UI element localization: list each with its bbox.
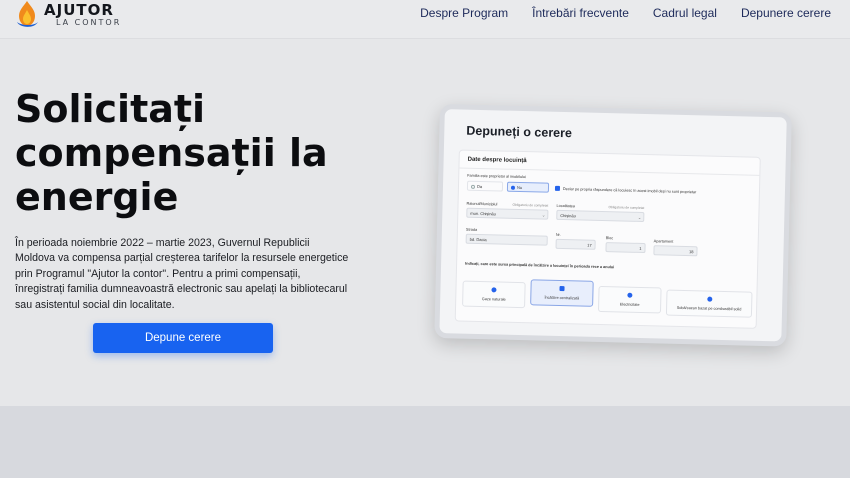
number-label: Nr. xyxy=(555,232,561,237)
heating-question: Indicați, care este sursa principală de … xyxy=(465,261,615,270)
radio-icon xyxy=(627,292,633,298)
heating-option-gas[interactable]: Gaze naturale xyxy=(462,280,526,309)
radio-icon xyxy=(706,296,712,302)
heating-option-central[interactable]: Încălzire centralizată xyxy=(530,279,594,307)
nav-link-despre-program[interactable]: Despre Program xyxy=(408,6,520,20)
owner-no-label: Nu xyxy=(516,184,523,191)
street-input[interactable]: bd. Dacia xyxy=(465,233,548,246)
chevron-down-icon: ⌄ xyxy=(541,212,546,218)
heating-option-label: Sobă/cazan bazat pe combustibil solid xyxy=(676,305,742,312)
heating-option-label: Încălzire centralizată xyxy=(544,295,580,301)
tablet-form-title: Depuneți o cerere xyxy=(466,123,573,141)
block-label: Bloc xyxy=(605,236,614,241)
street-label: Strada xyxy=(465,227,478,232)
owner-yes-label: Da xyxy=(476,183,483,190)
locality-hint: Obligatoriu de completat xyxy=(608,205,645,211)
brand-title: AJUTOR xyxy=(44,1,114,19)
district-label: Raionul/Municipiul xyxy=(466,201,498,207)
nav-link-depunere-cerere[interactable]: Depunere cerere xyxy=(729,6,843,20)
apartment-value: 18 xyxy=(688,249,694,255)
radio-selected-icon xyxy=(559,285,565,292)
heating-option-label: Electricitate xyxy=(619,302,640,307)
application-form-preview: Date despre locuință Familia este propri… xyxy=(454,149,761,329)
nav-link-intrebari-frecvente[interactable]: Întrebări frecvente xyxy=(520,6,641,20)
district-hint: Obligatoriu de completat xyxy=(512,202,549,208)
locality-value: Chișinău xyxy=(560,212,576,219)
street-value: bd. Dacia xyxy=(469,236,487,243)
owner-yes-option[interactable]: Da xyxy=(466,180,504,192)
main-nav: Despre Program Întrebări frecvente Cadru… xyxy=(408,6,843,20)
block-value: 1 xyxy=(639,245,642,251)
owner-no-option[interactable]: Nu xyxy=(506,181,550,193)
submit-application-button[interactable]: Depune cerere xyxy=(93,323,273,353)
nav-link-cadrul-legal[interactable]: Cadrul legal xyxy=(641,6,729,20)
heating-option-electricity[interactable]: Electricitate xyxy=(597,285,662,314)
number-input[interactable]: 17 xyxy=(555,238,596,250)
radio-icon xyxy=(491,287,497,293)
flame-drop-logo-icon xyxy=(17,1,38,27)
next-section-band xyxy=(0,406,850,478)
tablet-mockup: Depuneți o cerere Date despre locuință F… xyxy=(434,104,792,347)
brand-subtitle: LA CONTOR xyxy=(56,18,122,27)
apartment-label: Apartament xyxy=(653,239,674,244)
apartment-input[interactable]: 18 xyxy=(653,245,698,257)
radio-icon xyxy=(470,184,476,189)
heating-option-solid-fuel[interactable]: Sobă/cazan bazat pe combustibil solid xyxy=(665,289,753,318)
brand-logo[interactable]: AJUTOR LA CONTOR xyxy=(14,0,121,30)
number-value: 17 xyxy=(587,242,592,248)
checkbox-checked-icon[interactable] xyxy=(554,185,561,191)
heating-option-label: Gaze naturale xyxy=(481,297,506,302)
locality-select[interactable]: Chișinău ⌄ xyxy=(556,209,645,223)
owner-question-label: Familia este proprietar al imobilului xyxy=(467,173,526,180)
hero-title: Solicitați compensații la energie xyxy=(15,87,328,219)
hero-description: În perioada noiembrie 2022 – martie 2023… xyxy=(15,237,349,311)
radio-selected-icon xyxy=(510,185,516,190)
form-section-title: Date despre locuință xyxy=(467,156,527,165)
district-value: mun. Chișinău xyxy=(470,210,496,217)
locality-label: Localitatea xyxy=(556,203,575,209)
block-input[interactable]: 1 xyxy=(605,242,646,254)
declaration-label: Declar pe propria răspundere că locuiesc… xyxy=(562,187,697,195)
district-select[interactable]: mun. Chișinău ⌄ xyxy=(466,207,549,220)
site-header: AJUTOR LA CONTOR Despre Program Întrebăr… xyxy=(0,0,850,39)
chevron-down-icon: ⌄ xyxy=(637,214,642,220)
